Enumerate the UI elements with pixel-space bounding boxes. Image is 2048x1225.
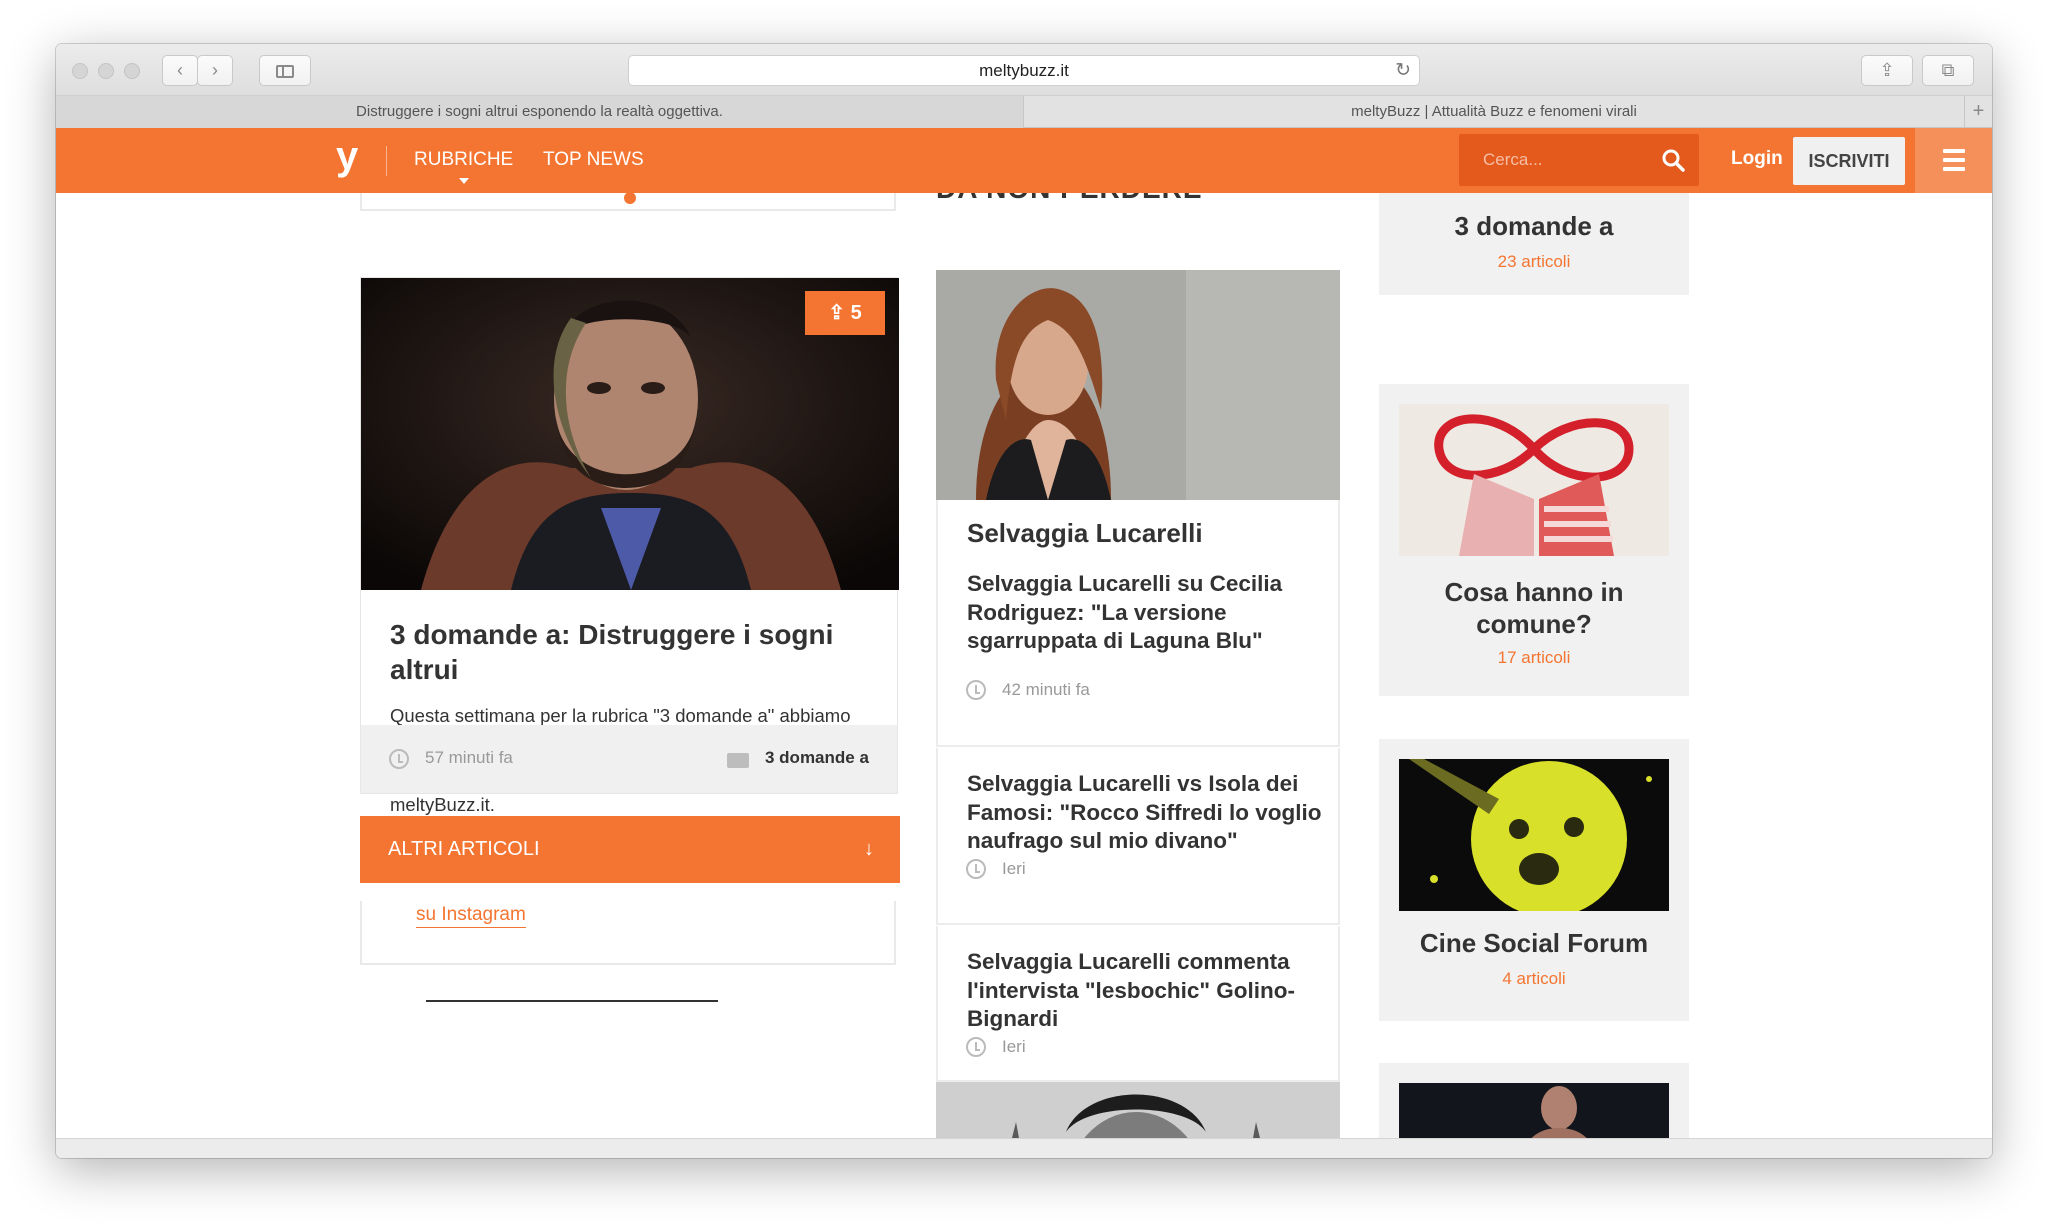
sidebar-toggle-button[interactable] <box>259 55 311 86</box>
article-time: 57 minuti fa <box>425 748 513 767</box>
related-item-time: Ieri <box>1002 859 1026 878</box>
person-header: Selvaggia Lucarelli <box>936 500 1340 570</box>
search-input[interactable] <box>1459 134 1649 186</box>
instagram-link[interactable]: su Instagram <box>416 903 526 928</box>
forward-button[interactable]: › <box>197 55 233 86</box>
tab-bar: Distruggere i sogni altrui esponendo la … <box>56 96 1992 128</box>
window-bottom <box>56 1138 1992 1158</box>
url-text: meltybuzz.it <box>979 61 1069 80</box>
category-count: 23 articoli <box>1497 252 1571 271</box>
sidebar-icon <box>276 64 294 78</box>
back-button[interactable]: ‹ <box>162 55 198 86</box>
tab-distruggere[interactable]: Distruggere i sogni altrui esponendo la … <box>56 96 1024 128</box>
search-icon[interactable] <box>1661 148 1685 172</box>
category-image[interactable] <box>1399 404 1669 556</box>
related-item-time: Ieri <box>1002 1037 1026 1056</box>
instagram-box: su Instagram <box>360 901 896 965</box>
related-photo[interactable] <box>936 1082 1340 1138</box>
article-title[interactable]: 3 domande a: Distruggere i sogni altrui <box>390 617 870 687</box>
related-item-title[interactable]: Selvaggia Lucarelli commenta l'intervist… <box>967 948 1327 1034</box>
chevron-left-icon: ‹ <box>177 60 183 80</box>
altri-articoli-label: ALTRI ARTICOLI <box>388 838 540 860</box>
category-title[interactable]: Cosa hanno in comune? <box>1379 576 1689 640</box>
moon-illustration <box>1399 759 1669 911</box>
reload-icon[interactable]: ↻ <box>1395 56 1411 85</box>
altri-articoli-button[interactable]: ALTRI ARTICOLI ↓ <box>360 816 900 883</box>
browser-toolbar: ‹ › meltybuzz.it ↻ ⇪ ⧉ <box>56 44 1992 96</box>
signup-button[interactable]: ISCRIVITI <box>1793 137 1905 185</box>
arrow-down-icon: ↓ <box>864 838 874 860</box>
carousel-dot[interactable] <box>624 192 636 204</box>
infinity-embroidery <box>1399 404 1669 556</box>
share-count: 5 <box>850 302 862 324</box>
clock-icon <box>966 859 986 879</box>
share-icon: ⇪ <box>828 302 846 324</box>
category-title[interactable]: Cine Social Forum <box>1379 927 1689 959</box>
divider <box>426 1000 718 1002</box>
clock-icon <box>966 1037 986 1057</box>
category-count: 17 articoli <box>1497 648 1571 667</box>
selvaggia-photo[interactable] <box>936 270 1340 500</box>
article-image[interactable]: ⇪ 5 <box>361 278 899 590</box>
address-bar[interactable]: meltybuzz.it ↻ <box>628 55 1420 86</box>
category-card[interactable]: Cosa hanno in comune? 17 articoli <box>1379 384 1689 696</box>
clock-icon <box>389 749 409 769</box>
tab-meltybuzz[interactable]: meltyBuzz | Attualità Buzz e fenomeni vi… <box>1024 96 1964 128</box>
nav-rubriche-label: RUBRICHE <box>414 149 514 170</box>
search-box <box>1459 134 1699 186</box>
caret-down-icon <box>458 178 469 184</box>
share-icon: ⇪ <box>1879 60 1895 80</box>
folder-icon <box>727 753 749 768</box>
nav-top-news[interactable]: TOP NEWS <box>543 148 644 172</box>
browser-window: ‹ › meltybuzz.it ↻ ⇪ ⧉ Distruggere i sog… <box>56 44 1992 1158</box>
new-tab-button[interactable]: + <box>1964 96 1992 128</box>
related-item[interactable]: Selvaggia Lucarelli vs Isola dei Famosi:… <box>936 748 1340 925</box>
page-content: y RUBRICHE TOP NEWS Login ISCRIVITI <box>56 128 1992 1138</box>
category-image[interactable] <box>1399 1083 1669 1138</box>
related-item[interactable]: Selvaggia Lucarelli commenta l'intervist… <box>936 926 1340 1082</box>
related-column: Selvaggia Lucarelli Selvaggia Lucarelli … <box>936 270 1340 1138</box>
site-header: y RUBRICHE TOP NEWS Login ISCRIVITI <box>56 128 1992 193</box>
category-image[interactable] <box>1399 759 1669 911</box>
person-name[interactable]: Selvaggia Lucarelli <box>967 518 1203 549</box>
related-item[interactable]: Selvaggia Lucarelli su Cecilia Rodriguez… <box>936 570 1340 747</box>
minimize-window-button[interactable] <box>98 63 114 79</box>
close-window-button[interactable] <box>72 63 88 79</box>
man-photo <box>936 1082 1340 1138</box>
login-link[interactable]: Login <box>1731 148 1783 170</box>
article-footer: 57 minuti fa 3 domande a <box>361 725 897 793</box>
site-logo[interactable]: y <box>336 136 358 176</box>
tabs-icon: ⧉ <box>1941 60 1955 80</box>
menu-button[interactable] <box>1915 128 1992 193</box>
woman-portrait <box>936 270 1340 500</box>
man-silhouette <box>1399 1083 1669 1138</box>
nav-rubriche[interactable]: RUBRICHE <box>414 148 514 184</box>
category-title[interactable]: 3 domande a <box>1379 210 1689 242</box>
share-count-badge[interactable]: ⇪ 5 <box>805 291 885 335</box>
share-button[interactable]: ⇪ <box>1861 55 1913 86</box>
article-card[interactable]: ⇪ 5 3 domande a: Distruggere i sogni alt… <box>360 277 899 815</box>
nav-divider <box>386 146 387 176</box>
category-card[interactable] <box>1379 1063 1689 1138</box>
zoom-window-button[interactable] <box>124 63 140 79</box>
related-item-time: 42 minuti fa <box>1002 680 1090 699</box>
chevron-right-icon: › <box>212 60 218 80</box>
hamburger-icon <box>1943 149 1965 153</box>
category-card[interactable]: Cine Social Forum 4 articoli <box>1379 739 1689 1021</box>
tabs-overview-button[interactable]: ⧉ <box>1922 55 1974 86</box>
related-item-title[interactable]: Selvaggia Lucarelli su Cecilia Rodriguez… <box>967 570 1327 656</box>
category-count: 4 articoli <box>1502 969 1566 988</box>
article-category[interactable]: 3 domande a <box>765 748 869 768</box>
related-item-title[interactable]: Selvaggia Lucarelli vs Isola dei Famosi:… <box>967 770 1327 856</box>
clock-icon <box>966 680 986 700</box>
